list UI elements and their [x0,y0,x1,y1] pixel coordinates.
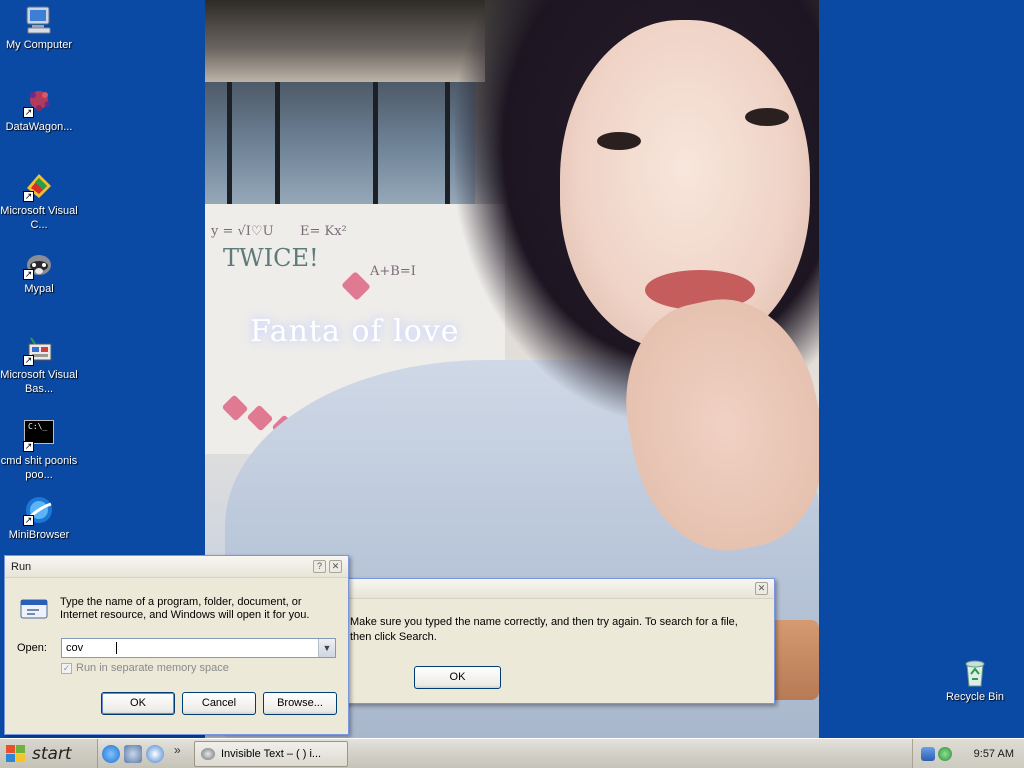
text-caret [116,642,117,654]
desktop-icon-recycle-bin[interactable]: Recycle Bin [936,656,1014,704]
start-button[interactable]: start [0,739,98,768]
run-dialog: Run ? ✕ Type the name of a program, fold… [4,555,349,735]
media-player-icon[interactable] [146,745,164,763]
visual-c-icon: ↗ [23,170,55,202]
open-input[interactable]: cov [66,642,83,654]
mypal-icon: ↗ [23,248,55,280]
run-browse-button[interactable]: Browse... [263,692,337,715]
open-label: Open: [17,642,47,654]
help-icon[interactable]: ? [313,560,326,573]
run-ok-button[interactable]: OK [101,692,175,715]
task-item-label: Invisible Text – ( ) i... [221,748,322,760]
windows-flag-icon [6,745,26,763]
system-tray: 9:57 AM [912,739,1024,768]
desktop-icon-visual-c[interactable]: ↗ Microsoft Visual C... [0,170,78,232]
desktop: TWICE! y = √I♡U E= Kx² A+B=I Fanta of lo… [0,0,1024,738]
open-combobox[interactable]: cov ▼ [61,638,336,658]
close-icon[interactable]: ✕ [755,582,768,595]
desktop-icon-mypal[interactable]: ↗ Mypal [0,248,78,296]
wallpaper-right-eye [745,108,789,126]
run-dialog-titlebar[interactable]: Run ? ✕ [5,556,348,578]
desktop-icon-datawagon[interactable]: ↗ DataWagon... [0,86,78,134]
taskbar: start » Invisible Text – ( ) i... 9:57 A… [0,738,1024,768]
desktop-icon-minibrowser[interactable]: ↗ MiniBrowser [0,494,78,542]
chevron-down-icon[interactable]: ▼ [318,639,335,657]
wallpaper-window [205,82,475,212]
network-icon[interactable] [921,747,935,761]
separate-memory-checkbox-row[interactable]: ✓ Run in separate memory space [61,662,229,674]
separate-memory-checkbox[interactable]: ✓ [61,662,72,674]
start-label: start [32,744,72,764]
recycle-bin-icon [959,656,991,688]
mypal-icon [201,748,215,760]
run-cancel-button[interactable]: Cancel [182,692,256,715]
my-computer-icon [23,4,55,36]
run-description: Type the name of a program, folder, docu… [60,596,310,621]
close-icon[interactable]: ✕ [329,560,342,573]
task-item-invisible-text[interactable]: Invisible Text – ( ) i... [194,741,348,767]
error-dialog: ✕ Make sure you typed the name correctly… [339,578,775,704]
error-message: Make sure you typed the name correctly, … [350,616,738,643]
wallpaper-twice-text: TWICE! [223,244,319,272]
desktop-icon-my-computer[interactable]: My Computer [0,4,78,52]
error-ok-button[interactable]: OK [414,666,501,689]
wallpaper-neon-sign: Fanta of love [250,314,460,349]
internet-explorer-icon[interactable] [102,745,120,763]
desktop-icon-cmd[interactable]: C:\_ ↗ cmd shit poonis poo... [0,416,78,482]
show-desktop-icon[interactable] [124,745,142,763]
visual-basic-icon: ↗ [23,334,55,366]
datawagon-icon: ↗ [23,86,55,118]
error-dialog-titlebar[interactable]: ✕ [340,579,774,599]
run-dialog-title: Run [11,560,32,573]
separate-memory-label: Run in separate memory space [76,662,229,674]
run-program-icon [17,596,51,624]
clock[interactable]: 9:57 AM [974,748,1014,760]
cmd-icon: C:\_ ↗ [23,420,55,452]
desktop-icon-visual-basic[interactable]: ↗ Microsoft Visual Bas... [0,334,78,396]
security-icon[interactable] [938,747,952,761]
wallpaper-left-eye [597,132,641,150]
minibrowser-icon: ↗ [23,494,55,526]
wallpaper-ceiling [205,0,485,82]
quicklaunch-overflow-icon[interactable]: » [174,743,181,757]
